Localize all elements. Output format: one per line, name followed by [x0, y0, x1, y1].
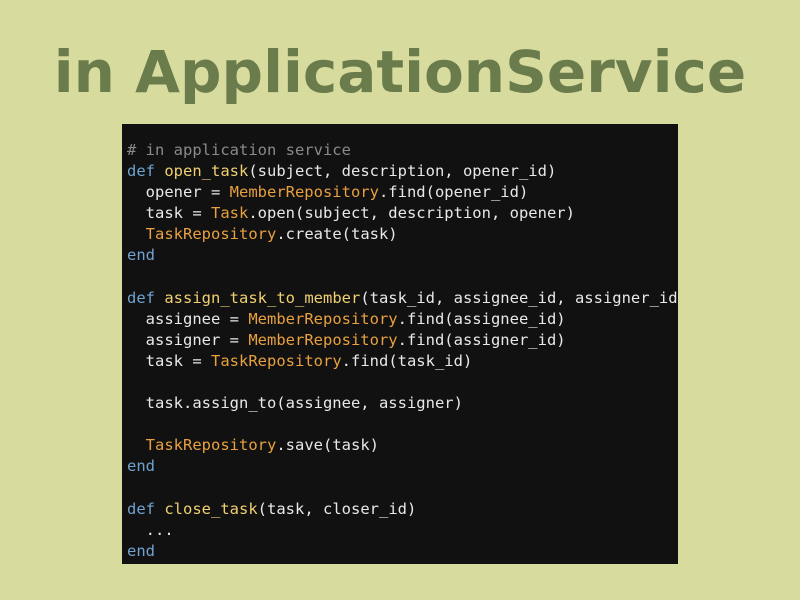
- code-text: .find(opener_id): [378, 183, 529, 202]
- code-constant: TaskRepository: [145, 225, 277, 244]
- code-comment: # in application service: [127, 141, 351, 159]
- code-constant: MemberRepository: [229, 183, 379, 202]
- code-constant: MemberRepository: [248, 330, 398, 349]
- code-constant: TaskRepository: [211, 351, 342, 370]
- code-line: def close_task(task, closer_id): [127, 499, 678, 520]
- code-keyword: def: [127, 288, 155, 307]
- code-constant: Task: [211, 204, 249, 223]
- code-text: (task, closer_id): [257, 499, 417, 518]
- code-text: task.assign_to(assignee, assigner): [127, 394, 463, 413]
- code-keyword: end: [127, 541, 155, 560]
- code-text: .create(task): [276, 225, 398, 244]
- code-function-name: assign_task_to_member: [164, 288, 361, 307]
- code-text: (subject, description, opener_id): [248, 162, 557, 181]
- code-text: .open(subject, description, opener): [248, 204, 575, 223]
- code-line: task.assign_to(assignee, assigner): [127, 393, 678, 414]
- code-keyword: def: [127, 162, 155, 181]
- code-text: assigner =: [127, 330, 249, 349]
- code-constant: MemberRepository: [248, 309, 398, 328]
- code-line: task = Task.open(subject, description, o…: [127, 203, 678, 224]
- code-text: task =: [127, 204, 211, 223]
- code-lines: # in application service def open_task(su…: [127, 140, 678, 562]
- code-line: TaskRepository.save(task): [127, 435, 678, 456]
- code-text: .find(task_id): [341, 351, 473, 370]
- code-block: # in application service def open_task(su…: [122, 124, 678, 564]
- code-line: end: [127, 245, 678, 266]
- code-keyword: end: [127, 246, 155, 265]
- slide-title: in ApplicationService: [53, 38, 747, 106]
- code-constant: TaskRepository: [145, 436, 277, 455]
- code-line: assignee = MemberRepository.find(assigne…: [127, 309, 678, 330]
- code-text: .find(assignee_id): [397, 309, 566, 328]
- code-line: opener = MemberRepository.find(opener_id…: [127, 182, 678, 203]
- code-line: def assign_task_to_member(task_id, assig…: [127, 288, 678, 309]
- code-line: def open_task(subject, description, open…: [127, 161, 678, 182]
- code-keyword: def: [127, 499, 155, 518]
- code-line: assigner = MemberRepository.find(assigne…: [127, 330, 678, 351]
- code-text: (task_id, assignee_id, assigner_id): [360, 288, 678, 307]
- code-text: ...: [127, 520, 174, 539]
- code-text: .find(assigner_id): [397, 330, 566, 349]
- code-text: assignee =: [127, 309, 249, 328]
- code-text: task =: [127, 351, 211, 370]
- code-line: # in application service: [127, 140, 678, 161]
- code-text: .save(task): [276, 436, 379, 455]
- code-line: end: [127, 541, 678, 562]
- code-line: end: [127, 456, 678, 477]
- code-function-name: close_task: [164, 499, 258, 518]
- code-function-name: open_task: [164, 162, 249, 181]
- code-keyword: end: [127, 457, 155, 476]
- code-line: ...: [127, 520, 678, 541]
- code-text: opener =: [127, 183, 230, 202]
- code-line: task = TaskRepository.find(task_id): [127, 351, 678, 372]
- code-line: TaskRepository.create(task): [127, 224, 678, 245]
